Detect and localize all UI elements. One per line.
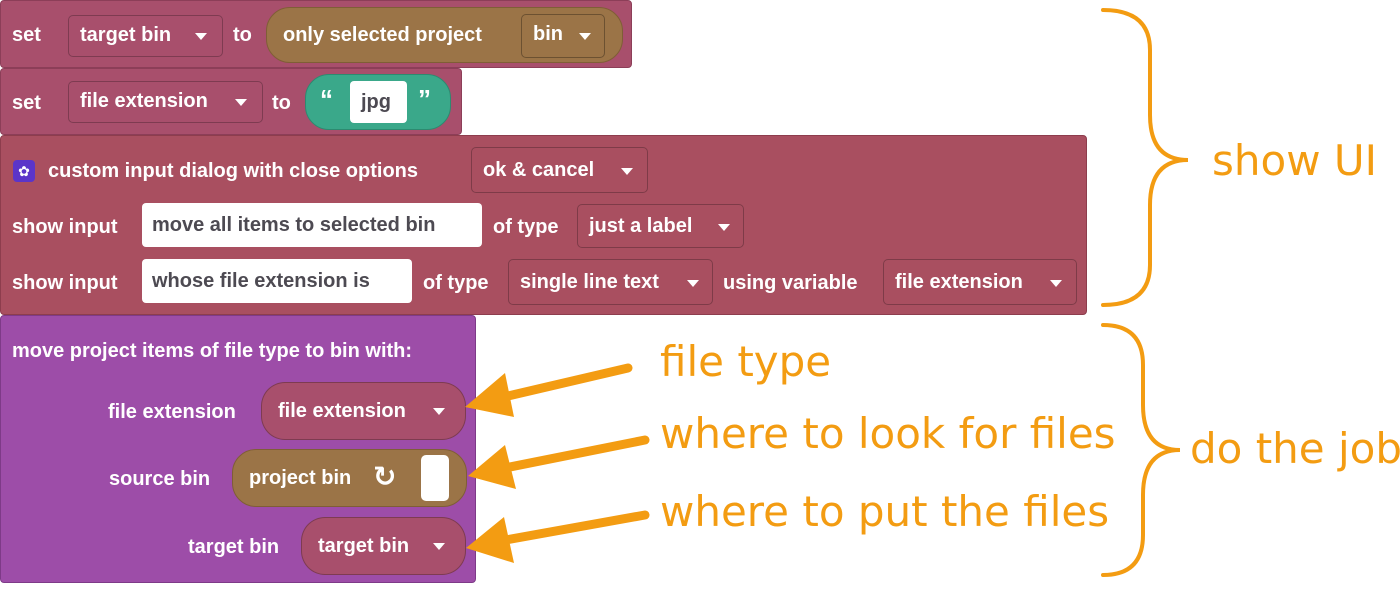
where-to-look-annotation: where to look for files xyxy=(660,409,1116,458)
file-type-arrow-icon xyxy=(490,363,633,404)
where-to-put-annotation: where to put the files xyxy=(660,487,1110,536)
do-the-job-annotation: do the job xyxy=(1190,424,1400,473)
show-ui-brace-icon xyxy=(1101,8,1189,307)
target-bin-arrow-icon xyxy=(495,510,650,546)
source-bin-arrow-icon xyxy=(495,435,650,474)
show-ui-annotation: show UI xyxy=(1212,136,1378,185)
file-type-annotation: file type xyxy=(660,337,832,386)
